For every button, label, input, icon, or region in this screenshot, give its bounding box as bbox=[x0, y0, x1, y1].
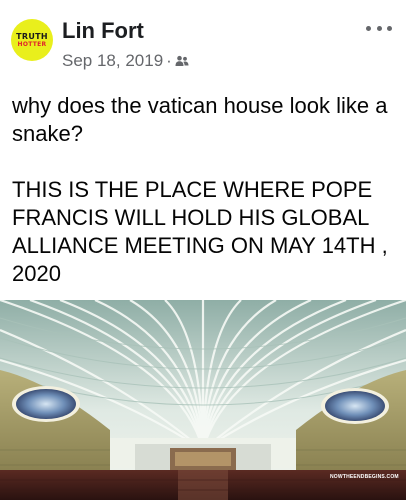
avatar[interactable]: TRUTH HOTTER bbox=[11, 19, 53, 61]
post-text: why does the vatican house look like a s… bbox=[12, 92, 400, 288]
meta-separator: · bbox=[166, 51, 172, 70]
more-dot bbox=[366, 25, 371, 31]
avatar-text-bottom: HOTTER bbox=[17, 40, 47, 48]
post-meta: Sep 18, 2019 · bbox=[62, 51, 189, 71]
post-text-statement: THIS IS THE PLACE WHERE POPE FRANCIS WIL… bbox=[12, 177, 388, 286]
image-watermark: NOWTHEENDBEGINS.COM bbox=[330, 474, 399, 480]
more-dot bbox=[387, 25, 392, 31]
post-date[interactable]: Sep 18, 2019 bbox=[62, 51, 163, 71]
author-name[interactable]: Lin Fort bbox=[62, 18, 144, 44]
friends-icon[interactable] bbox=[175, 55, 189, 67]
more-options-icon[interactable] bbox=[366, 20, 392, 36]
avatar-text-top: TRUTH bbox=[16, 31, 48, 41]
post-text-question: why does the vatican house look like a s… bbox=[12, 93, 388, 146]
post-image[interactable] bbox=[0, 300, 406, 500]
more-dot bbox=[376, 25, 382, 31]
